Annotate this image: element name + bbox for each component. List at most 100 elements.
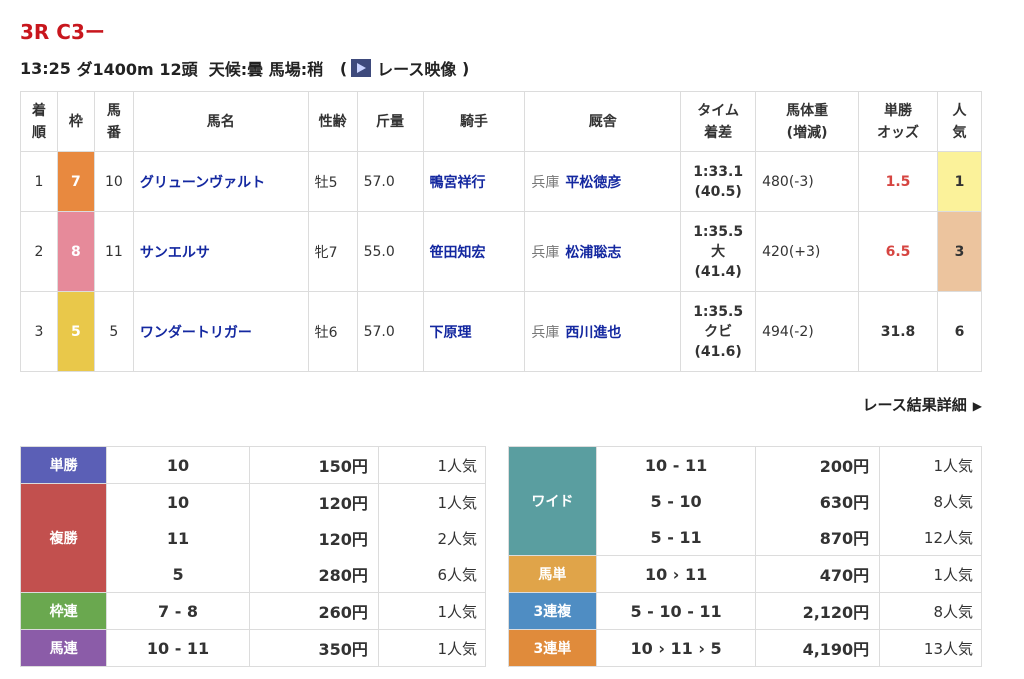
time-time: 1:33.1 — [693, 163, 744, 180]
video-icon[interactable] — [351, 59, 372, 77]
payout-table-left: 単勝 10 150円 1人気 複勝 10 120円 1人気 11 120円 2人気 5 280円 6人気枠… — [19, 446, 487, 667]
trainer-prefecture: 兵庫 — [531, 174, 560, 191]
payout-row: 単勝 10 150円 1人気 — [19, 446, 487, 484]
header-bodyweight: 馬体重 (増減) — [755, 91, 860, 152]
time-time: 1:35.5 — [693, 303, 744, 320]
payout-amount: 630円 — [755, 483, 881, 519]
sex-age-cell: 牡5 — [307, 151, 358, 212]
horse-name-cell: グリューンヴァルト — [132, 151, 309, 212]
race-weather: 天候:曇 — [208, 60, 264, 79]
time-last: (41.6) — [694, 343, 742, 360]
trainer-link[interactable]: 松浦聡志 — [565, 245, 621, 261]
time-margin: クビ — [704, 323, 733, 340]
results-table: 着順 枠 馬番 馬名 性齢 斤量 騎手 厩舎 タイム 着差 馬体重 (増減) 単勝オ… — [20, 91, 983, 372]
header-sexage: 性齢 — [307, 91, 358, 152]
race-video-link[interactable]: レース映像 — [377, 56, 456, 80]
body-weight-cell: 494(-2) — [755, 291, 860, 372]
payout-type-label: 枠連 — [19, 592, 108, 630]
body-weight-cell: 420(+3) — [755, 211, 860, 292]
popularity-cell: 3 — [936, 211, 983, 292]
payout-type-label: 3連複 — [508, 592, 597, 630]
time-cell: 1:35.5 大 (41.4) — [680, 211, 757, 292]
time-last: (41.4) — [694, 263, 742, 280]
impost-cell: 55.0 — [356, 211, 424, 292]
jockey-cell: 笹田知宏 — [422, 211, 526, 292]
payout-popularity: 6人気 — [377, 556, 487, 593]
payout-amount: 870円 — [755, 519, 881, 556]
horse-number-cell: 5 — [93, 291, 134, 372]
payout-popularity: 13人気 — [879, 629, 982, 667]
jockey-cell: 鴨宮祥行 — [422, 151, 526, 212]
race-info: 13:25 ダ1400m 12頭 天候:曇 馬場:稍 ( レース映像 ) — [20, 56, 469, 80]
race-heads: 12頭 — [159, 60, 198, 79]
header-frame: 枠 — [56, 91, 95, 152]
payout-amount: 150円 — [248, 446, 379, 484]
payout-combination: 10 — [106, 483, 250, 520]
horse-name-link[interactable]: グリューンヴァルト — [140, 175, 265, 191]
header-jockey: 騎手 — [422, 91, 526, 152]
jockey-link[interactable]: 鴨宮祥行 — [430, 175, 486, 191]
payout-amount: 260円 — [248, 592, 379, 630]
payout-popularity: 1人気 — [377, 629, 487, 667]
payout-popularity: 1人気 — [377, 483, 487, 520]
jockey-cell: 下原理 — [422, 291, 526, 372]
impost-cell: 57.0 — [356, 291, 424, 372]
payout-combination: 10 › 11 — [595, 555, 757, 593]
jockey-link[interactable]: 笹田知宏 — [430, 245, 486, 261]
header-rank: 着順 — [20, 91, 58, 152]
horse-name-link[interactable]: サンエルサ — [140, 245, 210, 261]
video-paren-close: ) — [461, 58, 470, 78]
popularity-cell: 1 — [936, 151, 983, 212]
race-detail-label: レース結果詳細 — [862, 396, 967, 414]
payout-combination: 5 - 10 — [595, 483, 757, 519]
payout-amount: 470円 — [755, 555, 881, 593]
trainer-cell: 兵庫 松浦聡志 — [524, 211, 682, 292]
odds-cell: 1.5 — [858, 151, 938, 212]
time-time: 1:35.5 — [693, 223, 744, 240]
impost-cell: 57.0 — [356, 151, 424, 212]
frame-cell: 7 — [56, 151, 95, 212]
payout-row: 3連複 5 - 10 - 11 2,120円 8人気 — [508, 592, 982, 630]
payout-row: 馬単 10 › 11 470円 1人気 — [508, 555, 982, 593]
video-paren-open: ( — [339, 58, 348, 78]
payout-amount: 280円 — [248, 556, 379, 593]
payout-type-label: 馬単 — [508, 555, 597, 593]
header-trainer: 厩舎 — [524, 91, 682, 152]
payout-popularity: 1人気 — [377, 592, 487, 630]
payout-combination: 5 - 10 - 11 — [595, 592, 757, 630]
payout-type-label: 複勝 — [19, 483, 108, 593]
result-row: 1 7 10 グリューンヴァルト 牡5 57.0 鴨宮祥行 兵庫 平松徳彦 1:33.1 (40.5… — [20, 151, 983, 212]
payout-type-label: 3連単 — [508, 629, 597, 667]
payout-amount: 200円 — [755, 446, 881, 483]
result-row: 3 5 5 ワンダートリガー 牡6 57.0 下原理 兵庫 西川進也 1:35.5 クビ (41.6)… — [20, 291, 983, 372]
result-row: 2 8 11 サンエルサ 牝7 55.0 笹田知宏 兵庫 松浦聡志 1:35.5 大 (41.4) 42… — [20, 211, 983, 292]
payout-amount: 120円 — [248, 483, 379, 520]
trainer-link[interactable]: 平松徳彦 — [565, 175, 621, 191]
jockey-link[interactable]: 下原理 — [430, 325, 472, 341]
payout-amount: 4,190円 — [755, 629, 881, 667]
race-track: 馬場:稍 — [268, 60, 324, 79]
horse-name-cell: サンエルサ — [132, 211, 309, 292]
trainer-cell: 兵庫 平松徳彦 — [524, 151, 682, 212]
payout-type-label: 単勝 — [19, 446, 108, 484]
popularity-cell: 6 — [936, 291, 983, 372]
odds-cell: 6.5 — [858, 211, 938, 292]
horse-name-link[interactable]: ワンダートリガー — [140, 325, 252, 341]
frame-cell: 5 — [56, 291, 95, 372]
time-cell: 1:35.5 クビ (41.6) — [680, 291, 757, 372]
header-pop: 人気 — [936, 91, 983, 152]
trainer-link[interactable]: 西川進也 — [565, 325, 621, 341]
odds-cell: 31.8 — [858, 291, 938, 372]
payout-table-right: ワイド 10 - 11 200円 1人気 5 - 10 630円 8人気 5 - 11 870円… — [508, 446, 982, 667]
race-time: 13:25 — [20, 58, 71, 78]
horse-number-cell: 11 — [93, 211, 134, 292]
trainer-prefecture: 兵庫 — [531, 324, 560, 341]
payout-type-label: 馬連 — [19, 629, 108, 667]
header-odds: 単勝 オッズ — [858, 91, 938, 152]
payout-combination: 10 › 11 › 5 — [595, 629, 757, 667]
trainer-cell: 兵庫 西川進也 — [524, 291, 682, 372]
sex-age-cell: 牝7 — [307, 211, 358, 292]
payout-row: 3連単 10 › 11 › 5 4,190円 13人気 — [508, 629, 982, 667]
race-detail-link[interactable]: レース結果詳細 ▶ — [863, 394, 983, 415]
rank-cell: 3 — [20, 291, 58, 372]
